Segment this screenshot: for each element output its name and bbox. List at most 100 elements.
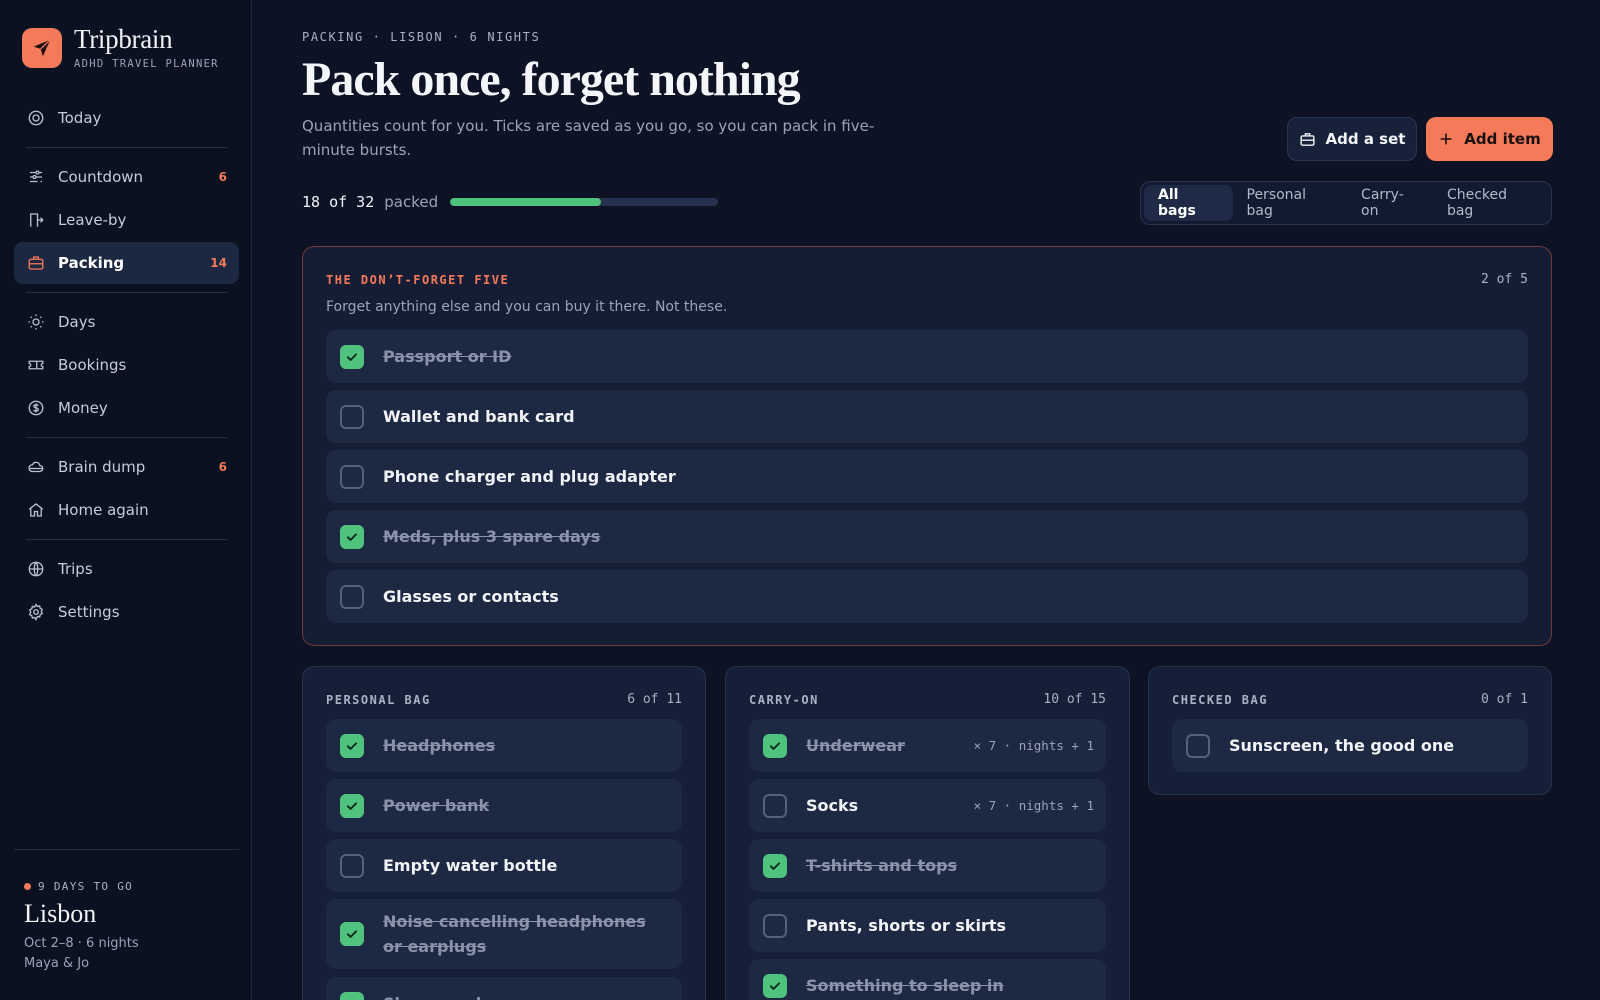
progress-fill	[450, 198, 601, 206]
cloud-icon	[26, 457, 46, 477]
checklist-item[interactable]: Empty water bottle	[326, 839, 682, 892]
checklist-item[interactable]: Phone charger and plug adapter	[326, 450, 1528, 503]
nav-item-countdown[interactable]: Countdown 6	[14, 156, 239, 198]
brand[interactable]: Tripbrain ADHD TRAVEL PLANNER	[22, 26, 219, 70]
checkbox[interactable]	[1186, 733, 1210, 758]
checkbox[interactable]	[340, 793, 364, 818]
nav-item-settings[interactable]: Settings	[14, 591, 239, 633]
check-icon	[346, 532, 358, 541]
nav-item-leave-by[interactable]: Leave-by	[14, 199, 239, 241]
dollar-icon	[26, 398, 46, 418]
progress-label: packed	[384, 193, 439, 211]
nav-item-today[interactable]: Today	[14, 97, 239, 139]
sidebar: Tripbrain ADHD TRAVEL PLANNER Today Coun…	[0, 0, 252, 1000]
checklist-item[interactable]: Pants, shorts or skirts	[749, 899, 1106, 952]
nav-label: Packing	[58, 254, 125, 272]
card-header: THE DON’T-FORGET FIVE 2 of 5	[326, 272, 1528, 287]
checkbox[interactable]	[763, 733, 787, 758]
checkbox[interactable]	[340, 584, 364, 609]
filter-carry-on[interactable]: Carry-on	[1347, 185, 1433, 221]
card-count: 10 of 15	[1043, 692, 1106, 707]
sun-icon	[26, 312, 46, 332]
packing-progress: 18 of 32 packed	[302, 193, 719, 211]
nav-divider	[26, 147, 227, 148]
checkbox[interactable]	[340, 733, 364, 758]
nav-badge: 6	[218, 460, 227, 474]
nav-label: Money	[58, 399, 108, 417]
checklist-item[interactable]: Passport or ID	[326, 330, 1528, 383]
check-icon	[769, 741, 781, 750]
checklist-item[interactable]: T-shirts and tops	[749, 839, 1106, 892]
nav-item-days[interactable]: Days	[14, 301, 239, 343]
nav-item-packing[interactable]: Packing 14	[14, 242, 239, 284]
checkbox[interactable]	[763, 793, 787, 818]
checklist-item[interactable]: Glasses or contacts	[326, 570, 1528, 623]
checkbox[interactable]	[340, 464, 364, 489]
card-title: THE DON’T-FORGET FIVE	[326, 272, 510, 287]
add-set-button[interactable]: Add a set	[1287, 117, 1417, 161]
target-icon	[26, 108, 46, 128]
card-count: 2 of 5	[1481, 272, 1528, 287]
checkbox[interactable]	[763, 853, 787, 878]
checklist-item[interactable]: Sunscreen, the good one	[1172, 719, 1528, 772]
gear-icon	[26, 602, 46, 622]
checkbox[interactable]	[340, 922, 364, 946]
checkbox[interactable]	[340, 344, 364, 369]
current-trip-card[interactable]: 9 DAYS TO GO Lisbon Oct 2–8 · 6 nights M…	[14, 849, 239, 974]
check-icon	[346, 741, 358, 750]
checklist-item[interactable]: Headphones	[326, 719, 682, 772]
check-icon	[355, 999, 357, 1000]
checklist-item[interactable]: Underwear × 7 · nights + 1	[749, 719, 1106, 772]
checkbox[interactable]	[340, 404, 364, 429]
item-label: Glasses or contacts	[383, 587, 559, 606]
checklist-item[interactable]: Something to sleep in	[749, 959, 1106, 1000]
nav-label: Home again	[58, 501, 149, 519]
nav-divider	[26, 437, 227, 438]
app-tagline: ADHD TRAVEL PLANNER	[74, 58, 219, 70]
nav-badge: 6	[218, 170, 227, 184]
check-icon	[769, 861, 781, 870]
filter-checked-bag[interactable]: Checked bag	[1433, 185, 1548, 221]
item-quantity: × 7 · nights + 1	[973, 798, 1094, 813]
nav-item-trips[interactable]: Trips	[14, 548, 239, 590]
filter-personal-bag[interactable]: Personal bag	[1233, 185, 1348, 221]
card-header: PERSONAL BAG 6 of 11	[326, 692, 682, 707]
plus-icon	[1438, 131, 1454, 147]
filter-all-bags[interactable]: All bags	[1144, 185, 1233, 221]
nav-item-brain-dump[interactable]: Brain dump 6	[14, 446, 239, 488]
item-label: Phone charger and plug adapter	[383, 467, 676, 486]
checked-bag-card: CHECKED BAG 0 of 1 Sunscreen, the good o…	[1148, 666, 1552, 795]
nav-item-money[interactable]: Money	[14, 387, 239, 429]
checklist-item[interactable]: Socks × 7 · nights + 1	[749, 779, 1106, 832]
nav-item-home-again[interactable]: Home again	[14, 489, 239, 531]
checkbox[interactable]	[763, 913, 787, 938]
checklist-item[interactable]: Wallet and bank card	[326, 390, 1528, 443]
nav-label: Days	[58, 313, 96, 331]
add-item-button[interactable]: Add item	[1426, 117, 1553, 161]
check-icon	[346, 352, 358, 361]
item-label: Headphones	[383, 736, 496, 755]
suitcase-icon	[1299, 131, 1316, 148]
home-icon	[26, 500, 46, 520]
checklist-item[interactable]: Sleep mask	[326, 977, 682, 1000]
add-item-label: Add item	[1464, 130, 1541, 148]
nav-label: Leave-by	[58, 211, 127, 229]
main-nav: Today Countdown 6 Leave-by Packing 14 Da…	[14, 97, 239, 634]
nav-item-bookings[interactable]: Bookings	[14, 344, 239, 386]
checklist-item[interactable]: Meds, plus 3 spare days	[326, 510, 1528, 563]
checkbox[interactable]	[340, 991, 364, 1000]
checkbox[interactable]	[340, 853, 364, 878]
item-label: T-shirts and tops	[806, 856, 958, 875]
nav-label: Settings	[58, 603, 120, 621]
card-title: PERSONAL BAG	[326, 692, 431, 707]
checkbox[interactable]	[340, 524, 364, 549]
item-label: Wallet and bank card	[383, 407, 575, 426]
page-eyebrow: PACKING · LISBON · 6 NIGHTS	[302, 30, 541, 44]
checklist-item[interactable]: Power bank	[326, 779, 682, 832]
checkbox[interactable]	[763, 973, 787, 998]
progress-bar	[450, 198, 719, 206]
page-subtitle: Quantities count for you. Ticks are save…	[302, 117, 875, 159]
nav-label: Trips	[58, 560, 93, 578]
checklist-item[interactable]: Noise cancelling headphones or earplugs	[326, 899, 682, 969]
card-title: CHECKED BAG	[1172, 692, 1268, 707]
